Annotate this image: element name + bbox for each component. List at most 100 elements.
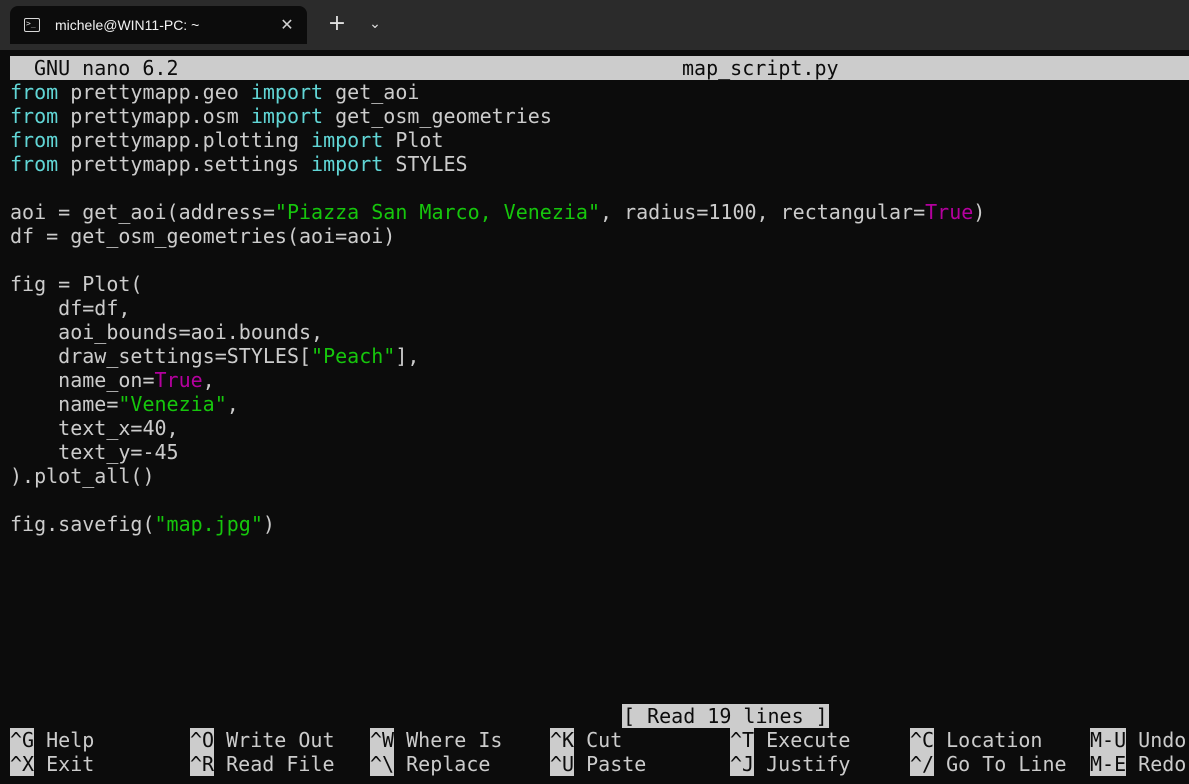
code-line-10: df=df,: [10, 296, 131, 320]
shortcut-cut[interactable]: ^K Cut: [550, 728, 622, 752]
shortcut-label: Execute: [754, 728, 851, 752]
tab-title: michele@WIN11-PC: ~: [55, 17, 200, 33]
shortcut-key: ^K: [550, 728, 575, 752]
keyword: import: [250, 80, 324, 104]
shortcut-where-is[interactable]: ^W Where Is: [370, 728, 502, 752]
shortcut-key: M-E: [1090, 752, 1127, 776]
close-icon[interactable]: ✕: [277, 15, 297, 35]
code-line-19: fig.savefig("map.jpg"): [10, 512, 275, 536]
shortcut-read-file[interactable]: ^R Read File: [190, 752, 335, 776]
shortcut-key: ^X: [10, 752, 35, 776]
new-tab-button[interactable]: +: [325, 12, 349, 36]
boolean-literal: True: [925, 200, 974, 224]
code-text: STYLES: [383, 152, 468, 176]
code-text: get_aoi: [323, 80, 420, 104]
keyword: import: [250, 104, 324, 128]
code-line-16: text_y=-45: [10, 440, 179, 464]
code-line-6: aoi = get_aoi(address="Piazza San Marco,…: [10, 200, 985, 224]
shortcut-undo[interactable]: M-U Undo: [1090, 728, 1186, 752]
code-text: , radius=1100, rectangular=: [600, 200, 926, 224]
code-text: name=: [10, 392, 119, 416]
shortcut-key: M-U: [1090, 728, 1127, 752]
keyword: from: [10, 104, 59, 128]
code-text: prettymapp.settings: [58, 152, 312, 176]
string-literal: "Venezia": [118, 392, 227, 416]
shortcut-redo[interactable]: M-E Redo: [1090, 752, 1186, 776]
shortcut-label: Paste: [574, 752, 647, 776]
code-text: Plot: [383, 128, 444, 152]
code-text: ): [262, 512, 275, 536]
code-text: ): [973, 200, 986, 224]
boolean-literal: True: [154, 368, 203, 392]
code-line-14: name="Venezia",: [10, 392, 239, 416]
code-text: ,: [202, 368, 215, 392]
shortcut-key: ^W: [370, 728, 395, 752]
chevron-down-icon[interactable]: ⌄: [364, 12, 386, 36]
shortcut-justify[interactable]: ^J Justify: [730, 752, 850, 776]
keyword: import: [311, 152, 384, 176]
shortcut-paste[interactable]: ^U Paste: [550, 752, 646, 776]
string-literal: "Piazza San Marco, Venezia": [274, 200, 601, 224]
shortcut-key: ^\: [370, 752, 395, 776]
shortcut-execute[interactable]: ^T Execute: [730, 728, 850, 752]
shortcut-label: Undo: [1126, 728, 1187, 752]
keyword: import: [311, 128, 384, 152]
shortcut-go-to-line[interactable]: ^/ Go To Line: [910, 752, 1067, 776]
code-line-17: ).plot_all(): [10, 464, 155, 488]
code-text: get_osm_geometries: [323, 104, 552, 128]
shortcut-label: Justify: [754, 752, 851, 776]
keyword: from: [10, 128, 59, 152]
nano-header: GNU nano 6.2 map_script.py: [10, 56, 1189, 80]
shortcut-label: Where Is: [394, 728, 503, 752]
nano-version: GNU nano 6.2: [34, 56, 179, 80]
code-line-7: df = get_osm_geometries(aoi=aoi): [10, 224, 396, 248]
code-text: fig.savefig(: [10, 512, 155, 536]
code-line-4: from prettymapp.settings import STYLES: [10, 152, 468, 176]
code-text: draw_settings=STYLES[: [10, 344, 312, 368]
shortcut-key: ^/: [910, 752, 935, 776]
shortcut-key: ^G: [10, 728, 35, 752]
shortcut-write-out[interactable]: ^O Write Out: [190, 728, 335, 752]
shortcut-key: ^T: [730, 728, 755, 752]
terminal-icon: >_: [24, 18, 40, 32]
code-line-3: from prettymapp.plotting import Plot: [10, 128, 444, 152]
string-literal: "map.jpg": [154, 512, 263, 536]
string-literal: "Peach": [311, 344, 396, 368]
file-name: map_script.py: [682, 56, 839, 80]
code-line-15: text_x=40,: [10, 416, 179, 440]
code-text: prettymapp.osm: [58, 104, 251, 128]
shortcut-help[interactable]: ^G Help: [10, 728, 94, 752]
shortcut-label: Replace: [394, 752, 491, 776]
shortcut-exit[interactable]: ^X Exit: [10, 752, 94, 776]
shortcut-key: ^O: [190, 728, 215, 752]
terminal-tab[interactable]: >_ michele@WIN11-PC: ~ ✕: [10, 6, 307, 44]
shortcut-label: Location: [934, 728, 1043, 752]
shortcut-label: Read File: [214, 752, 335, 776]
shortcut-label: Redo: [1126, 752, 1187, 776]
code-line-1: from prettymapp.geo import get_aoi: [10, 80, 419, 104]
code-text: prettymapp.geo: [58, 80, 251, 104]
shortcut-label: Cut: [574, 728, 623, 752]
shortcut-location[interactable]: ^C Location: [910, 728, 1042, 752]
code-line-13: name_on=True,: [10, 368, 215, 392]
shortcut-label: Write Out: [214, 728, 335, 752]
shortcut-key: ^C: [910, 728, 935, 752]
code-text: ,: [226, 392, 239, 416]
shortcut-label: Go To Line: [934, 752, 1067, 776]
shortcut-replace[interactable]: ^\ Replace: [370, 752, 490, 776]
terminal-content[interactable]: GNU nano 6.2 map_script.py from prettyma…: [10, 56, 1189, 784]
title-bar: >_ michele@WIN11-PC: ~ ✕ + ⌄: [0, 0, 1189, 50]
status-message: [ Read 19 lines ]: [622, 704, 829, 728]
shortcut-label: Help: [34, 728, 95, 752]
code-line-11: aoi_bounds=aoi.bounds,: [10, 320, 324, 344]
code-text: aoi = get_aoi(address=: [10, 200, 275, 224]
shortcut-key: ^U: [550, 752, 575, 776]
keyword: from: [10, 152, 59, 176]
code-line-2: from prettymapp.osm import get_osm_geome…: [10, 104, 552, 128]
shortcut-key: ^R: [190, 752, 215, 776]
code-line-9: fig = Plot(: [10, 272, 143, 296]
code-line-12: draw_settings=STYLES["Peach"],: [10, 344, 419, 368]
code-text: name_on=: [10, 368, 155, 392]
keyword: from: [10, 80, 59, 104]
shortcut-key: ^J: [730, 752, 755, 776]
